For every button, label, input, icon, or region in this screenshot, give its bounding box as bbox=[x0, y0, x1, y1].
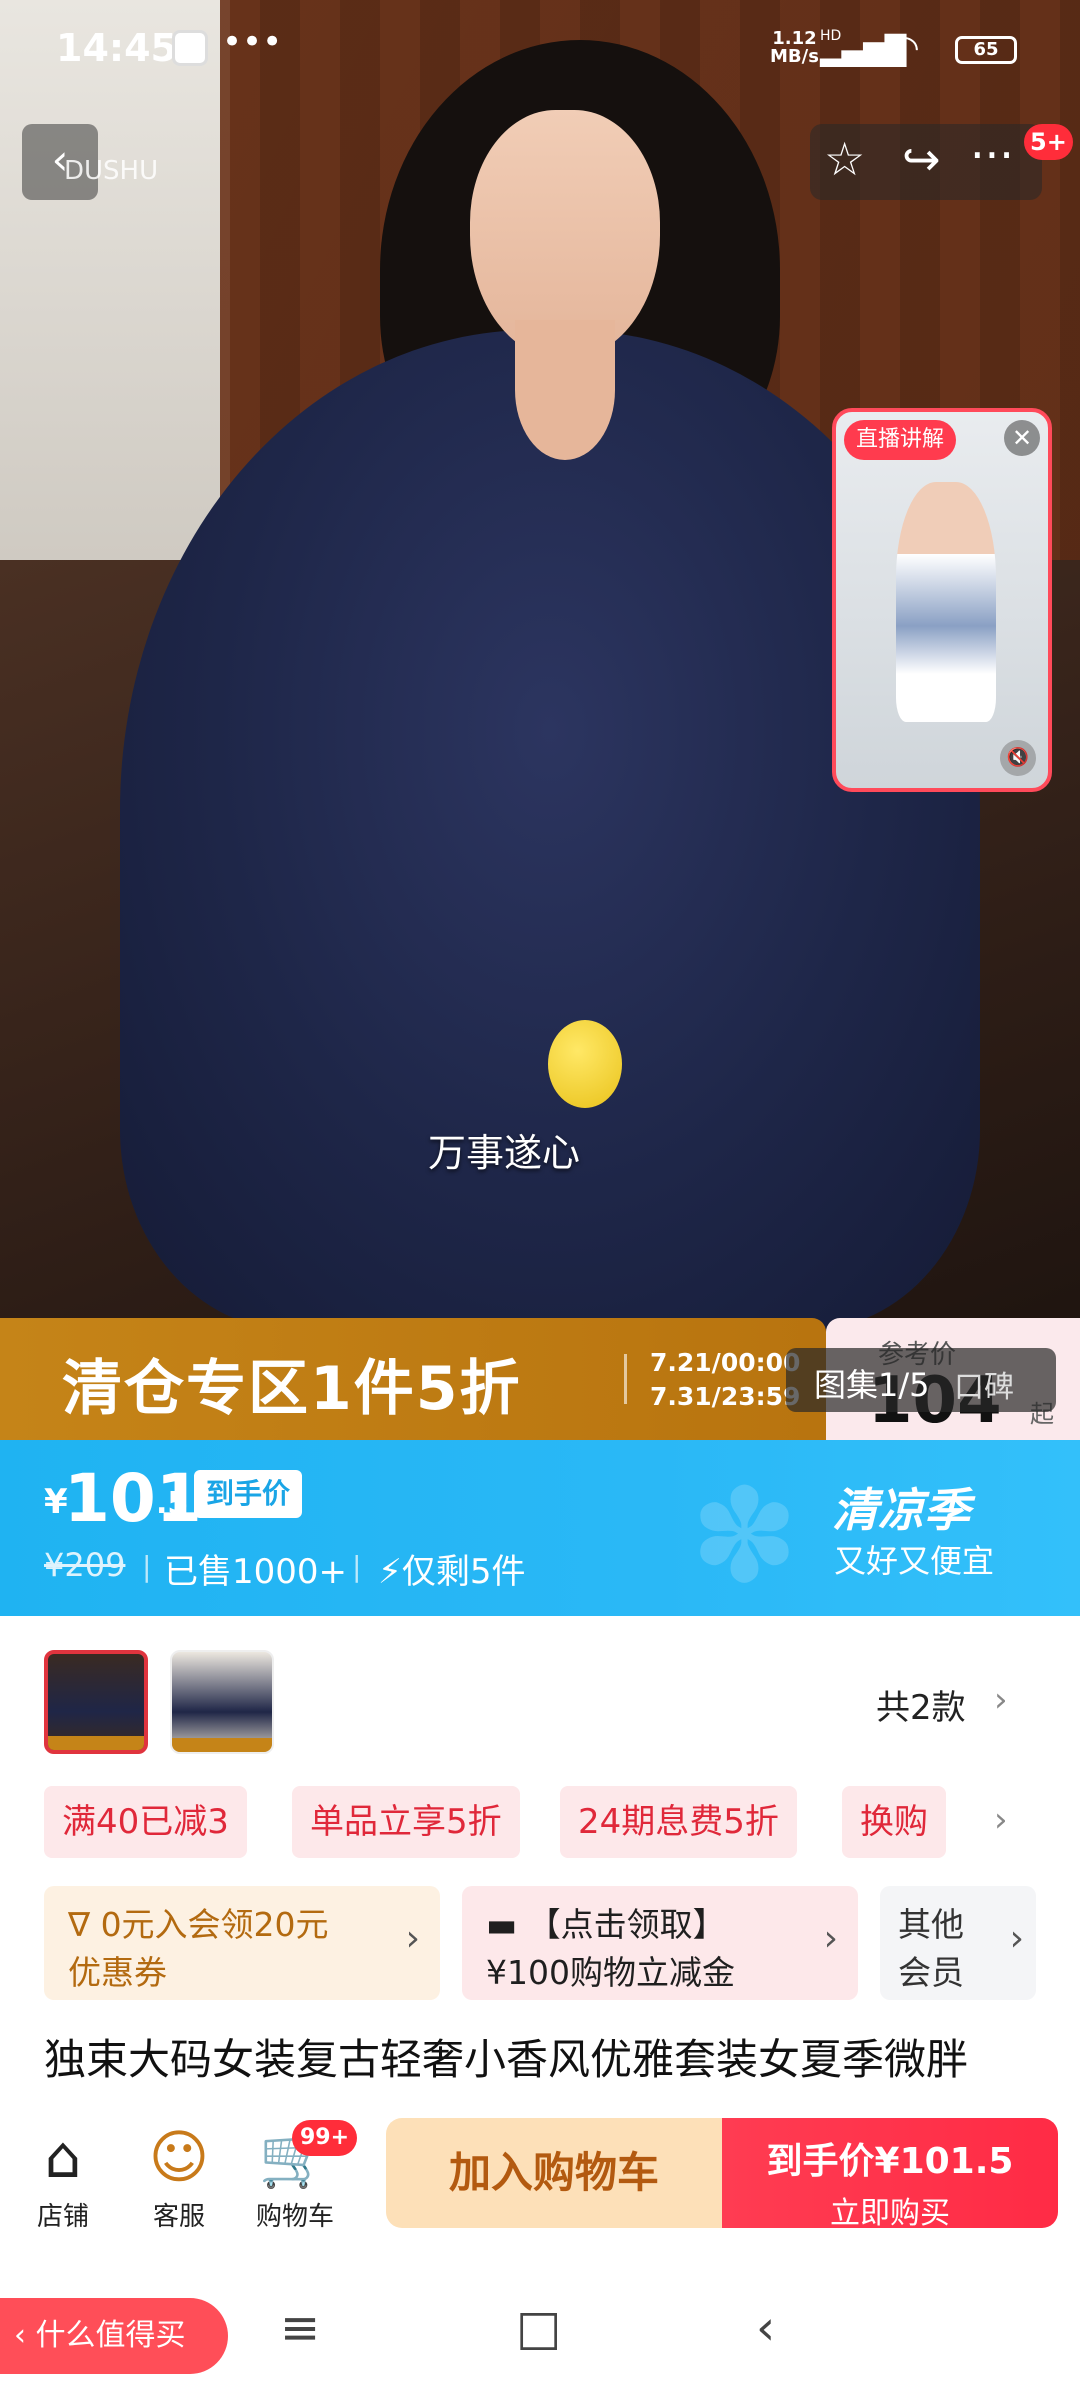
status-bar: 14:45 ••• 1.12 MB/s HD ▂▄▆█ ◠ 65 bbox=[0, 0, 1080, 100]
share-icon[interactable]: ↪ bbox=[902, 132, 941, 186]
store-icon: ⌂ bbox=[44, 2123, 82, 2191]
bottom-action-bar: ⌂ 店铺 ☺ 客服 🛒 购物车 99+ 加入购物车 到手价¥101.5 立即购买 bbox=[0, 2112, 1080, 2252]
product-title: 独束大码女装复古轻奢小香风优雅套装女夏季微胖 bbox=[44, 2035, 969, 2084]
season-title: 清凉季 bbox=[832, 1483, 970, 1537]
cash-coupon[interactable]: ▬ 【点击领取】 ¥100购物立减金 › bbox=[462, 1886, 858, 2000]
brand-watermark: DUSHU bbox=[64, 156, 159, 186]
clearance-banner[interactable]: 清仓专区1件5折 7.21/00:00 7.31/23:59 bbox=[0, 1318, 826, 1440]
status-time: 14:45 bbox=[56, 26, 177, 70]
chat-icon: ☺ bbox=[148, 2123, 210, 2191]
variant-thumbnail[interactable] bbox=[44, 1650, 148, 1754]
shop-button[interactable]: ⌂ 店铺 bbox=[8, 2122, 118, 2233]
wifi-icon: ◠ bbox=[890, 28, 920, 68]
clearance-start: 7.21/00:00 bbox=[650, 1348, 801, 1377]
avatar bbox=[172, 30, 208, 66]
chevron-right-icon: › bbox=[823, 1918, 838, 1959]
palm-tree-icon: ✽ bbox=[690, 1460, 799, 1612]
stock-left: ⚡仅剩5件 bbox=[378, 1552, 526, 1592]
chevron-right-icon: › bbox=[1009, 1918, 1024, 1959]
clearance-title: 清仓专区1件5折 bbox=[62, 1354, 522, 1424]
close-icon[interactable]: ✕ bbox=[1004, 420, 1040, 456]
variant-count[interactable]: 共2款 bbox=[876, 1680, 966, 1729]
top-action-group: ☆ ↪ ··· bbox=[810, 124, 1042, 200]
membership-coupon[interactable]: ∇ 0元入会领20元 优惠券 › bbox=[44, 1886, 440, 2000]
original-price: ¥209 bbox=[44, 1546, 126, 1584]
gallery-pill[interactable]: 图集1/5 口碑 bbox=[786, 1348, 1056, 1412]
buy-now-button[interactable]: 到手价¥101.5 立即购买 bbox=[722, 2118, 1058, 2231]
cart-badge: 99+ bbox=[292, 2120, 358, 2156]
lemon bbox=[548, 1020, 622, 1108]
promo-chip[interactable]: 24期息费5折 bbox=[560, 1786, 797, 1858]
mute-icon[interactable]: 🔇 bbox=[1000, 740, 1036, 776]
other-membership[interactable]: 其他 会员 › bbox=[880, 1886, 1036, 2000]
worth-buying-pill[interactable]: ‹ 什么值得买 bbox=[0, 2298, 228, 2374]
season-subtitle: 又好又便宜 bbox=[834, 1542, 995, 1580]
clearance-end: 7.31/23:59 bbox=[650, 1382, 801, 1411]
battery-indicator: 65 bbox=[955, 36, 1017, 64]
system-navigation-bar: ‹ 什么值得买 ≡ □ ‹ bbox=[0, 2252, 1080, 2400]
gallery-counter: 图集1/5 bbox=[814, 1366, 930, 1404]
reviews-tab[interactable]: 口碑 bbox=[954, 1362, 1014, 1406]
chevron-right-icon[interactable]: › bbox=[994, 1680, 1008, 1720]
menu-icon[interactable]: ≡ bbox=[280, 2300, 320, 2356]
status-dots: ••• bbox=[222, 22, 283, 62]
chevron-right-icon[interactable]: › bbox=[994, 1800, 1008, 1840]
network-speed: 1.12 MB/s bbox=[770, 28, 819, 67]
product-detail-page: 万事遂心 14:45 ••• 1.12 MB/s HD ▂▄▆█ ◠ 65 ‹ D… bbox=[0, 0, 1080, 2400]
chevron-right-icon: › bbox=[405, 1918, 420, 1959]
promo-chip[interactable]: 单品立享5折 bbox=[292, 1786, 520, 1858]
price-tag: 到手价 bbox=[194, 1470, 303, 1518]
message-badge: 5+ bbox=[1024, 124, 1073, 160]
variant-thumbnail[interactable] bbox=[170, 1650, 274, 1754]
back-icon[interactable]: ‹ bbox=[756, 2300, 775, 2356]
add-to-cart-button[interactable]: 加入购物车 bbox=[386, 2118, 722, 2228]
live-tag: 直播讲解 bbox=[844, 420, 957, 460]
live-stream-window[interactable]: 直播讲解 ✕ 🔇 bbox=[832, 408, 1052, 792]
live-host bbox=[896, 482, 996, 722]
customer-service-button[interactable]: ☺ 客服 bbox=[124, 2122, 234, 2233]
promo-chip[interactable]: 满40已减3 bbox=[44, 1786, 247, 1858]
sold-count: 已售1000+ bbox=[164, 1552, 348, 1592]
price-band: ✽ ¥ 101 .5 到手价 ¥209 | 已售1000+ | ⚡仅剩5件 清凉… bbox=[0, 1440, 1080, 1616]
more-icon[interactable]: ··· bbox=[970, 128, 1014, 182]
home-icon[interactable]: □ bbox=[516, 2300, 561, 2356]
star-icon[interactable]: ☆ bbox=[824, 132, 865, 186]
hero-caption: 万事遂心 bbox=[427, 1131, 580, 1175]
promo-chip[interactable]: 换购 bbox=[842, 1786, 946, 1858]
